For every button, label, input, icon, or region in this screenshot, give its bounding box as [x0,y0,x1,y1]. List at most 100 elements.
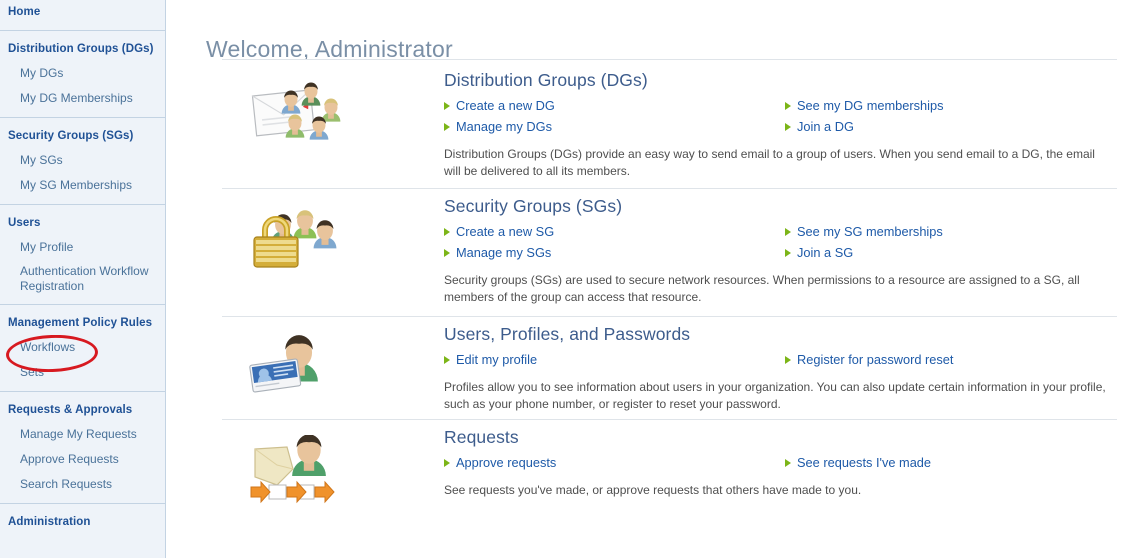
sidebar-item-my-sg-memberships[interactable]: My SG Memberships [0,173,165,198]
link-column-left: Approve requests [444,453,556,474]
sidebar-heading-home[interactable]: Home [0,0,165,24]
link-join-a-sg[interactable]: Join a SG [797,244,853,262]
sidebar-item-my-dg-memberships[interactable]: My DG Memberships [0,86,165,111]
link-column-left: Create a new SG Manage my SGs [444,222,554,264]
sidebar-heading-distribution-groups-dgs: Distribution Groups (DGs) [0,37,165,61]
link-manage-my-sgs[interactable]: Manage my SGs [456,244,551,262]
sidebar-heading-administration[interactable]: Administration [0,510,165,534]
workflow-person-icon [247,435,352,510]
sidebar-item-authentication-workflow-registration[interactable]: Authentication Workflow Registration [0,260,165,298]
sidebar-divider [0,117,165,118]
link-column-right: See requests I've made [785,453,931,474]
section-description-requests: See requests you've made, or approve req… [444,482,1112,499]
sidebar-heading-security-groups-sgs: Security Groups (SGs) [0,124,165,148]
link-row-see-my-dg-memberships[interactable]: See my DG memberships [785,96,944,116]
link-approve-requests[interactable]: Approve requests [456,454,556,472]
arrow-bullet-icon [785,123,791,131]
link-column-left: Edit my profile [444,350,537,371]
section-users-profiles-passwords: Users, Profiles, and Passwords Edit my pr… [222,316,1117,419]
arrow-bullet-icon [444,459,450,467]
arrow-bullet-icon [785,459,791,467]
portal-page: HomeDistribution Groups (DGs)My DGsMy DG… [0,0,1137,558]
link-column-left: Create a new DG Manage my DGs [444,96,555,138]
sidebar-item-my-dgs[interactable]: My DGs [0,61,165,86]
section-divider [222,419,1117,420]
section-title-security-groups: Security Groups (SGs) [444,194,1116,218]
link-create-a-new-dg[interactable]: Create a new DG [456,97,555,115]
sidebar-group-security-groups-sgs: Security Groups (SGs)My SGsMy SG Members… [0,124,165,198]
arrow-bullet-icon [444,249,450,257]
sidebar-heading-users: Users [0,211,165,235]
link-column-right: Register for password reset [785,350,953,371]
sidebar-item-manage-my-requests[interactable]: Manage My Requests [0,422,165,447]
link-row-manage-my-sgs[interactable]: Manage my SGs [444,243,554,263]
sidebar-item-my-profile[interactable]: My Profile [0,235,165,260]
title-divider [222,59,1117,60]
section-distribution-groups: Distribution Groups (DGs) Create a new DG… [222,62,1117,188]
link-row-register-for-password-reset[interactable]: Register for password reset [785,350,953,370]
sidebar-group-users: UsersMy ProfileAuthentication Workflow R… [0,211,165,298]
section-description-distribution-groups: Distribution Groups (DGs) provide an eas… [444,146,1112,179]
section-description-security-groups: Security groups (SGs) are used to secure… [444,272,1112,305]
arrow-bullet-icon [444,102,450,110]
link-row-edit-my-profile[interactable]: Edit my profile [444,350,537,370]
sidebar-divider [0,30,165,31]
sidebar-heading-management-policy-rules: Management Policy Rules [0,311,165,335]
sidebar-divider [0,503,165,504]
section-security-groups: Security Groups (SGs) Create a new SG Mana… [222,188,1117,316]
section-divider [222,316,1117,317]
link-row-join-a-dg[interactable]: Join a DG [785,117,944,137]
arrow-bullet-icon [785,249,791,257]
link-register-for-password-reset[interactable]: Register for password reset [797,351,953,369]
section-title-users-profiles-passwords: Users, Profiles, and Passwords [444,322,1116,346]
section-body: Security Groups (SGs) Create a new SG Mana… [444,194,1116,305]
sidebar-group-administration: Administration [0,510,165,534]
link-create-a-new-sg[interactable]: Create a new SG [456,223,554,241]
main-content: Welcome, Administrator Distribution Grou… [167,0,1137,558]
sidebar-divider [0,304,165,305]
link-column-right: See my DG memberships Join a DG [785,96,944,138]
section-requests: Requests Approve requests See requests I'v… [222,419,1117,519]
arrow-bullet-icon [785,356,791,364]
link-row-create-a-new-dg[interactable]: Create a new DG [444,96,555,116]
section-body: Requests Approve requests See requests I'v… [444,425,1116,499]
sidebar-navigation: Home Distribution Groups (DGs)My DGsMy DG… [0,0,166,558]
sidebar-group-management-policy-rules: Management Policy RulesWorkflowsSets [0,311,165,385]
link-row-create-a-new-sg[interactable]: Create a new SG [444,222,554,242]
sidebar-divider [0,391,165,392]
link-manage-my-dgs[interactable]: Manage my DGs [456,118,552,136]
padlock-people-icon [247,204,352,279]
section-description-users-profiles-passwords: Profiles allow you to see information ab… [444,379,1112,412]
section-body: Users, Profiles, and Passwords Edit my pr… [444,322,1116,412]
arrow-bullet-icon [785,228,791,236]
sidebar-item-my-sgs[interactable]: My SGs [0,148,165,173]
envelope-people-icon [247,78,352,153]
arrow-bullet-icon [444,123,450,131]
arrow-bullet-icon [444,228,450,236]
section-title-distribution-groups: Distribution Groups (DGs) [444,68,1116,92]
link-row-see-requests-i-ve-made[interactable]: See requests I've made [785,453,931,473]
link-row-join-a-sg[interactable]: Join a SG [785,243,943,263]
arrow-bullet-icon [444,356,450,364]
sidebar-group-home: Home [0,0,165,24]
link-row-manage-my-dgs[interactable]: Manage my DGs [444,117,555,137]
id-card-person-icon [247,332,352,407]
link-column-right: See my SG memberships Join a SG [785,222,943,264]
section-divider [222,188,1117,189]
sidebar-item-workflows[interactable]: Workflows [0,335,165,360]
link-see-my-dg-memberships[interactable]: See my DG memberships [797,97,944,115]
link-see-my-sg-memberships[interactable]: See my SG memberships [797,223,943,241]
link-edit-my-profile[interactable]: Edit my profile [456,351,537,369]
arrow-bullet-icon [785,102,791,110]
sidebar-divider [0,204,165,205]
sidebar-heading-requests-approvals: Requests & Approvals [0,398,165,422]
link-row-approve-requests[interactable]: Approve requests [444,453,556,473]
link-join-a-dg[interactable]: Join a DG [797,118,854,136]
link-see-requests-i-ve-made[interactable]: See requests I've made [797,454,931,472]
link-row-see-my-sg-memberships[interactable]: See my SG memberships [785,222,943,242]
section-body: Distribution Groups (DGs) Create a new DG… [444,68,1116,179]
sidebar-item-search-requests[interactable]: Search Requests [0,472,165,497]
section-title-requests: Requests [444,425,1116,449]
sidebar-item-sets[interactable]: Sets [0,360,165,385]
sidebar-item-approve-requests[interactable]: Approve Requests [0,447,165,472]
